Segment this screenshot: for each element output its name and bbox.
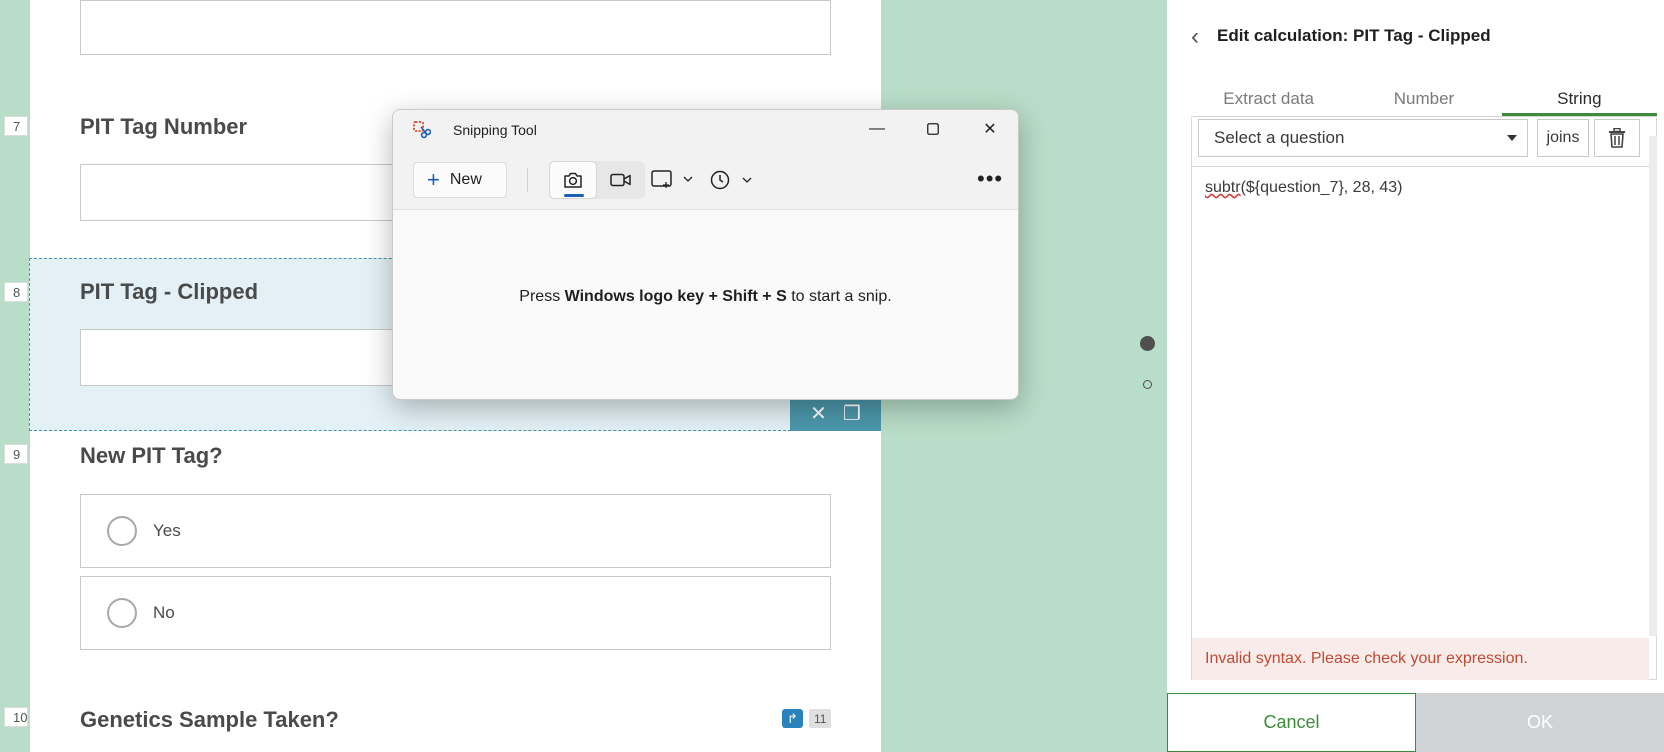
snipping-tool-app-icon: [413, 121, 431, 139]
radio-option-yes[interactable]: Yes: [80, 494, 831, 568]
back-chevron-icon[interactable]: ‹: [1191, 25, 1199, 49]
hint-keys: Windows logo key + Shift + S: [564, 287, 787, 305]
question-title-genetics-sample[interactable]: Genetics Sample Taken?: [80, 707, 339, 733]
rectangle-snip-icon: [651, 170, 672, 188]
snipping-tool-window: Snipping Tool — ✕ + New ••• Press Window…: [392, 109, 1019, 400]
delete-button[interactable]: [1594, 119, 1640, 157]
radio-option-no[interactable]: No: [80, 576, 831, 650]
snip-shape-dropdown[interactable]: [651, 170, 693, 188]
close-button[interactable]: ✕: [975, 117, 1005, 141]
maximize-button[interactable]: [918, 117, 948, 141]
hint-prefix: Press: [519, 287, 565, 305]
snipping-tool-titlebar[interactable]: Snipping Tool — ✕: [393, 110, 1018, 148]
rule-count-badge: 11: [809, 709, 832, 728]
joins-button[interactable]: joins: [1537, 119, 1589, 157]
caret-down-icon: [1507, 135, 1517, 141]
radio-circle-icon: [107, 598, 137, 628]
text-input-q6[interactable]: [80, 0, 831, 55]
maximize-icon: [927, 123, 939, 135]
close-icon: ✕: [983, 121, 997, 138]
page-dot-active[interactable]: [1140, 336, 1155, 351]
radio-label: No: [153, 603, 175, 622]
rule-arrow-icon[interactable]: ↱: [782, 709, 803, 728]
clock-icon: [710, 170, 730, 190]
editor-scrollbar[interactable]: [1649, 136, 1657, 636]
new-snip-button[interactable]: + New: [413, 162, 507, 198]
radio-circle-icon: [107, 516, 137, 546]
ok-button[interactable]: OK: [1416, 693, 1664, 752]
question-number-8: 8: [4, 282, 28, 302]
question-number-9: 9: [4, 444, 28, 464]
hint-suffix: to start a snip.: [786, 287, 892, 305]
expression-textarea[interactable]: subtr(${question_7}, 28, 43): [1192, 166, 1649, 594]
plus-icon: +: [427, 167, 440, 192]
duplicate-question-icon[interactable]: ❐: [843, 404, 861, 424]
panel-title: Edit calculation: PIT Tag - Clipped: [1217, 26, 1491, 45]
snipping-tool-hint: Press Windows logo key + Shift + S to st…: [393, 210, 1018, 399]
snipping-tool-title: Snipping Tool: [453, 122, 537, 138]
active-mode-indicator: [564, 194, 584, 197]
question-number-7: 7: [4, 116, 28, 136]
cancel-button[interactable]: Cancel: [1167, 693, 1416, 752]
trash-icon: [1609, 128, 1625, 148]
video-mode-button[interactable]: [597, 161, 645, 199]
question-title-pit-tag-number[interactable]: PIT Tag Number: [80, 114, 247, 140]
question-actions: ✕ ❐: [790, 396, 881, 431]
calculation-tabs: Extract data Number String: [1191, 83, 1657, 117]
new-snip-label: New: [449, 171, 482, 188]
expression-function: subtr: [1205, 179, 1241, 196]
video-camera-icon: [610, 173, 631, 187]
question-title-new-pit-tag[interactable]: New PIT Tag?: [80, 443, 223, 469]
edit-calculation-panel: ‹ Edit calculation: PIT Tag - Clipped Ex…: [1167, 0, 1664, 752]
camera-icon: [564, 172, 582, 188]
question-number-10: 10: [4, 707, 28, 727]
question-title-pit-tag-clipped[interactable]: PIT Tag - Clipped: [80, 279, 258, 305]
radio-label: Yes: [153, 521, 181, 540]
chevron-down-icon: [742, 177, 752, 183]
more-options-icon[interactable]: •••: [977, 168, 1003, 190]
syntax-error-message: Invalid syntax. Please check your expres…: [1192, 638, 1649, 680]
tab-number[interactable]: Number: [1346, 83, 1501, 116]
delete-question-icon[interactable]: ✕: [810, 404, 827, 424]
expression-args: (${question_7}, 28, 43): [1240, 179, 1403, 196]
select-question-dropdown[interactable]: Select a question: [1198, 119, 1528, 157]
expression-editor: Select a question joins subtr(${question…: [1191, 118, 1657, 680]
toolbar-divider: [527, 168, 528, 192]
minimize-icon: —: [869, 120, 885, 137]
minimize-button[interactable]: —: [862, 117, 892, 141]
select-question-label: Select a question: [1214, 128, 1345, 147]
page-dot-inactive[interactable]: [1143, 380, 1152, 389]
delay-dropdown[interactable]: [710, 170, 752, 190]
tab-string[interactable]: String: [1501, 83, 1657, 116]
snipping-tool-toolbar: + New •••: [393, 148, 1018, 210]
capture-mode-group: [549, 161, 645, 199]
tab-extract-data[interactable]: Extract data: [1191, 83, 1346, 116]
chevron-down-icon: [683, 176, 693, 182]
screenshot-mode-button[interactable]: [549, 161, 597, 199]
rule-indicator: ↱ 11: [782, 709, 832, 728]
